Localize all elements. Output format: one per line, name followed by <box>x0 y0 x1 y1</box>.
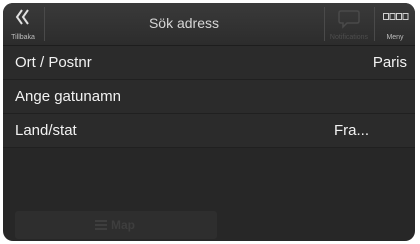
back-button[interactable]: Tillbaka <box>3 3 43 45</box>
menu-label: Meny <box>386 34 404 41</box>
list-item-value: Fra... <box>333 122 369 139</box>
menu-button[interactable]: Meny <box>375 3 415 45</box>
list-item-value: Paris <box>372 54 407 71</box>
page-title: Sök adress <box>148 15 220 31</box>
list-item-label: Land/stat <box>15 122 77 139</box>
notifications-label: Notifications <box>329 34 369 41</box>
list-item-label: Ange gatunamn <box>15 88 121 105</box>
list-icon <box>95 220 107 230</box>
top-bar: Tillbaka Sök adress Notifications Meny <box>3 3 415 46</box>
list-item-label: Ort / Postnr <box>15 54 92 71</box>
map-button[interactable]: Map <box>15 211 217 239</box>
list-item-city[interactable]: Ort / Postnr Paris <box>3 46 415 80</box>
address-list: Ort / Postnr Paris Ange gatunamn Land/st… <box>3 46 415 148</box>
grid-icon <box>383 13 409 20</box>
speech-bubble-icon <box>338 10 360 29</box>
double-chevron-left-icon <box>15 9 29 25</box>
device-frame: Tillbaka Sök adress Notifications Meny O… <box>0 0 420 244</box>
search-address-screen: Tillbaka Sök adress Notifications Meny O… <box>3 3 415 241</box>
list-item-street[interactable]: Ange gatunamn <box>3 80 415 114</box>
back-button-label: Tillbaka <box>11 34 35 41</box>
map-button-label: Map <box>111 218 135 232</box>
notifications-button[interactable]: Notifications <box>325 3 373 45</box>
list-item-country[interactable]: Land/stat Fra... <box>3 114 415 148</box>
